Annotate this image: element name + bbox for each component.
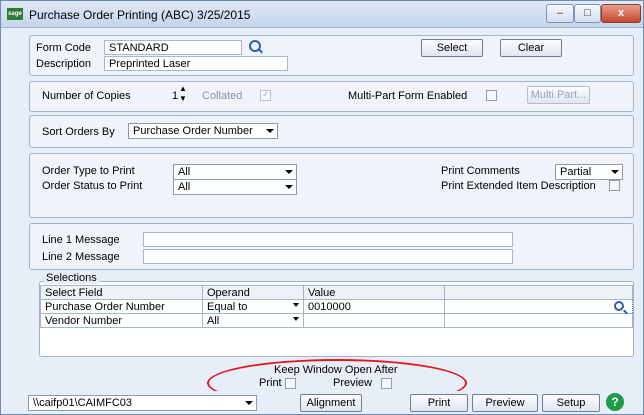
printer-select[interactable]: \\caifp01\CAIMFC03 xyxy=(28,395,257,411)
setup-button[interactable]: Setup xyxy=(542,394,600,412)
printer-value: \\caifp01\CAIMFC03 xyxy=(33,397,133,409)
window-title: Purchase Order Printing (ABC) 3/25/2015 xyxy=(29,8,251,22)
preview-button[interactable]: Preview xyxy=(472,394,538,412)
multipart-button[interactable]: Multi Part... xyxy=(527,86,590,104)
operand-value: All xyxy=(207,314,220,327)
column-header: Select Field xyxy=(40,285,203,300)
sort-panel: Sort Orders By Purchase Order Number xyxy=(29,115,634,148)
title-bar: sage Purchase Order Printing (ABC) 3/25/… xyxy=(1,1,643,28)
chevron-down-icon xyxy=(245,401,253,405)
collated-label: Collated xyxy=(202,90,243,102)
select-field-cell[interactable]: Vendor Number xyxy=(40,313,203,328)
messages-panel: Line 1 Message Line 2 Message xyxy=(29,223,634,270)
print-comments-label: Print Comments xyxy=(441,165,520,177)
form-code-input[interactable]: STANDARD xyxy=(104,40,242,55)
value-lookup-cell[interactable] xyxy=(444,299,633,314)
sort-orders-by-label: Sort Orders By xyxy=(42,126,115,138)
multipart-form-label: Multi-Part Form Enabled xyxy=(348,90,468,102)
select-field-cell[interactable]: Purchase Order Number xyxy=(40,299,203,314)
number-of-copies-value[interactable]: 1 xyxy=(172,90,178,102)
selections-table: Select Field Operand Value Purchase Orde… xyxy=(40,285,633,328)
operand-cell[interactable]: All xyxy=(202,313,304,328)
print-extended-desc-label: Print Extended Item Description xyxy=(441,180,596,192)
collated-checkbox[interactable]: ✓ xyxy=(260,89,271,101)
description-input[interactable]: Preprinted Laser xyxy=(104,56,288,71)
sort-orders-by-select[interactable]: Purchase Order Number xyxy=(128,123,278,139)
search-icon[interactable] xyxy=(249,40,261,52)
copies-panel: Number of Copies 1 ▲ ▼ Collated ✓ Multi-… xyxy=(29,81,634,112)
column-header: Value xyxy=(303,285,445,300)
print-button[interactable]: Print xyxy=(410,394,468,412)
table-row[interactable]: Purchase Order Number Equal to 0010000 xyxy=(40,299,633,314)
close-button[interactable]: x xyxy=(601,4,641,23)
order-type-value: All xyxy=(178,166,191,178)
check-icon: ✓ xyxy=(262,89,270,99)
chevron-down-icon xyxy=(285,185,293,189)
order-status-select[interactable]: All xyxy=(173,179,297,195)
spin-down-icon[interactable]: ▼ xyxy=(179,94,187,103)
column-header xyxy=(444,285,633,300)
value-cell[interactable]: 0010000 xyxy=(303,299,445,314)
sort-orders-by-value: Purchase Order Number xyxy=(133,125,253,137)
purchase-order-printing-window: sage Purchase Order Printing (ABC) 3/25/… xyxy=(0,0,644,415)
chevron-down-icon xyxy=(293,303,299,307)
table-row[interactable]: Vendor Number All xyxy=(40,313,633,328)
chevron-down-icon xyxy=(611,170,619,174)
minimize-button[interactable]: – xyxy=(546,4,574,23)
multipart-form-checkbox[interactable] xyxy=(486,90,497,101)
clear-button[interactable]: Clear xyxy=(500,39,562,57)
operand-value: Equal to xyxy=(207,300,248,313)
spin-up-icon[interactable]: ▲ xyxy=(179,84,187,93)
maximize-button[interactable]: □ xyxy=(574,4,601,23)
value-extra-cell[interactable] xyxy=(444,313,633,328)
column-header: Operand xyxy=(202,285,304,300)
operand-cell[interactable]: Equal to xyxy=(202,299,304,314)
bottom-bar: \\caifp01\CAIMFC03 Alignment Print Previ… xyxy=(1,391,643,414)
number-of-copies-label: Number of Copies xyxy=(42,90,131,102)
alignment-button[interactable]: Alignment xyxy=(300,394,362,412)
line2-message-label: Line 2 Message xyxy=(42,251,120,263)
chevron-down-icon xyxy=(266,129,274,133)
chevron-down-icon xyxy=(293,317,299,321)
form-code-panel: Form Code STANDARD Description Preprinte… xyxy=(29,35,634,76)
description-label: Description xyxy=(36,58,92,70)
sage-app-icon: sage xyxy=(7,8,23,20)
search-icon[interactable] xyxy=(614,301,624,311)
line2-message-input[interactable] xyxy=(143,249,513,264)
order-status-label: Order Status to Print xyxy=(42,180,143,192)
order-type-select[interactable]: All xyxy=(173,164,297,180)
line1-message-input[interactable] xyxy=(143,232,513,247)
print-comments-select[interactable]: Partial xyxy=(555,164,623,180)
order-type-label: Order Type to Print xyxy=(42,165,135,177)
table-header-row: Select Field Operand Value xyxy=(40,285,633,300)
selections-panel: Selections Select Field Operand Value Pu… xyxy=(39,272,634,357)
select-button[interactable]: Select xyxy=(421,39,483,57)
print-extended-desc-checkbox[interactable] xyxy=(609,180,620,191)
chevron-down-icon xyxy=(285,170,293,174)
selections-title: Selections xyxy=(44,272,99,284)
print-comments-value: Partial xyxy=(560,166,592,178)
line1-message-label: Line 1 Message xyxy=(42,234,120,246)
order-status-value: All xyxy=(178,181,191,193)
help-button[interactable]: ? xyxy=(606,393,624,411)
form-code-label: Form Code xyxy=(36,42,92,54)
options-panel: Order Type to Print All Order Status to … xyxy=(29,153,634,218)
value-cell[interactable] xyxy=(303,313,445,328)
